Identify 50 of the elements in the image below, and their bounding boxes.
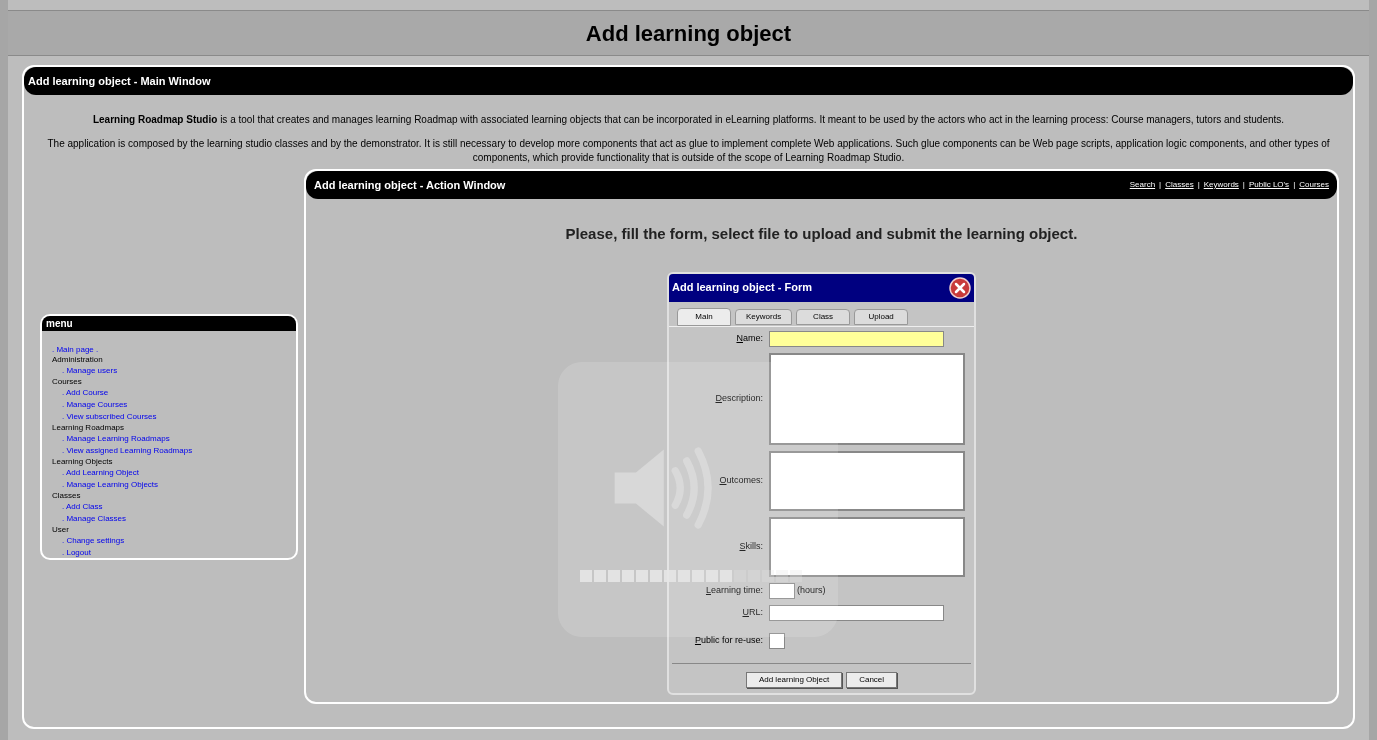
form-button[interactable]: Cancel (846, 671, 898, 688)
field-label: Name: (735, 331, 763, 345)
menu-link[interactable]: . Main page . (52, 344, 99, 355)
menu-link[interactable]: . Add Course (62, 387, 109, 398)
menu-heading: Learning Roadmaps (52, 422, 125, 433)
menu-link[interactable]: . Change settings (62, 535, 125, 546)
link-separator: | (1293, 179, 1296, 191)
field-label: URL: (741, 605, 763, 619)
nav-link[interactable]: Public LO's (1248, 179, 1290, 191)
menu-link[interactable]: . View subscribed Courses (62, 411, 157, 422)
intro-paragraph: Learning Roadmap Studio is a tool that creates and manages learning Roadmap with associated learning objects that can be incorporated in eLearning platforms. It meant to be used by the actors who act in the learning process: Course managers, tutors and students. (91, 113, 1286, 127)
form-title: Add learning object - Form (672, 280, 812, 296)
menu-heading: User (52, 524, 69, 535)
menu-link[interactable]: . Add Class (62, 501, 103, 512)
menu-heading: Learning Objects (52, 456, 113, 467)
menu-link[interactable]: . Logout (62, 547, 91, 558)
link-separator: | (1242, 179, 1245, 191)
field-label: Skills: (738, 539, 763, 553)
menu-link[interactable]: . Add Learning Object (62, 467, 139, 478)
unit-label: (hours) (797, 583, 826, 597)
menu-heading: Administration (52, 354, 103, 365)
menu-heading: Classes (52, 490, 81, 501)
menu-link[interactable]: . View assigned Learning Roadmaps (62, 445, 193, 456)
field-label: Public for re-use: (693, 633, 763, 647)
main-window-title: Add learning object - Main Window (28, 73, 211, 89)
tab[interactable]: Main (677, 307, 731, 326)
nav-link[interactable]: Courses (1299, 179, 1329, 191)
tab[interactable]: Upload (854, 308, 909, 325)
action-window-title: Add learning object - Action Window (314, 177, 506, 193)
intro-paragraph: The application is composed by the learning studio classes and by the demonstrator. It is still necessary to develop more components that act as glue to implement complete Web applications. Such glue components can be Web page scripts, application logic components, and other types of components, which provide functionality that is outside of the scope of Learning Roadmap Studio. (46, 137, 1331, 165)
menu-link[interactable]: . Manage Courses (62, 399, 128, 410)
menu-link[interactable]: . Manage users (62, 365, 118, 376)
link-separator: | (1159, 179, 1162, 191)
instruction-text: Please, fill the form, select file to upload and submit the learning object. (565, 224, 1078, 244)
field-label: Outcomes: (718, 473, 763, 487)
nav-link[interactable]: Classes (1165, 179, 1194, 191)
menu-heading: Courses (52, 376, 82, 387)
page-title: Add learning object (585, 19, 792, 48)
link-separator: | (1197, 179, 1200, 191)
nav-link[interactable]: Keywords (1203, 179, 1239, 191)
nav-link[interactable]: Search (1129, 179, 1156, 191)
field-label: Learning time: (704, 583, 763, 597)
field-label: Description: (714, 391, 763, 405)
form-button[interactable]: Add learning Object (745, 671, 843, 688)
tab[interactable]: Class (796, 308, 851, 325)
menu-link[interactable]: . Manage Learning Objects (62, 479, 159, 490)
menu-link[interactable]: . Manage Classes (62, 513, 127, 524)
tab[interactable]: Keywords (735, 308, 793, 325)
menu-title: menu (46, 316, 73, 331)
menu-link[interactable]: . Manage Learning Roadmaps (62, 433, 170, 444)
